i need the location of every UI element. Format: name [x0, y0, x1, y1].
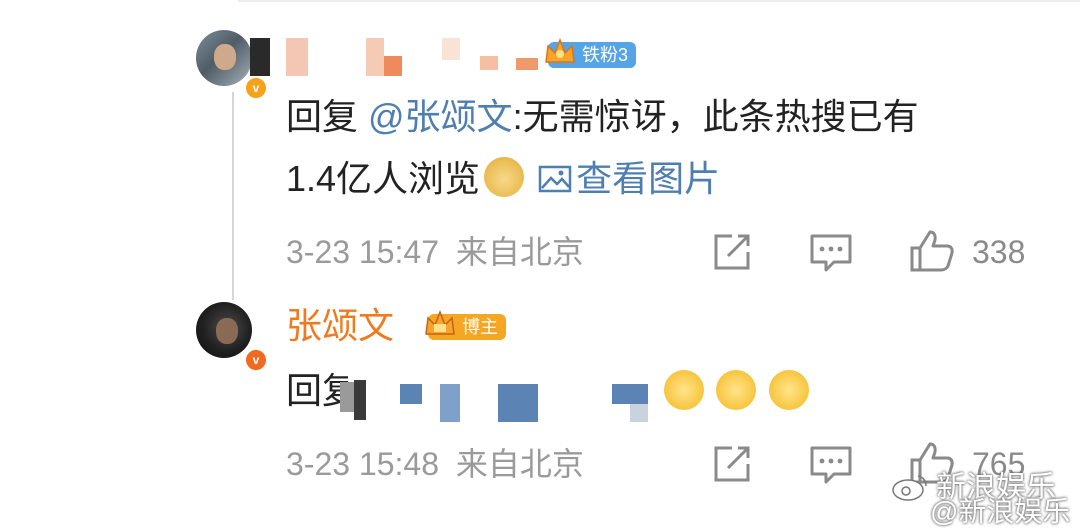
- share-icon[interactable]: [710, 444, 754, 484]
- like-thumb-icon[interactable]: [908, 228, 956, 274]
- blogger-badge-label: 博主: [462, 317, 498, 337]
- verified-badge-icon: v: [244, 76, 268, 100]
- mention-link[interactable]: @张颂文: [368, 96, 513, 137]
- comment-text-line1: 回复 @张颂文:无需惊讶，此条热搜已有: [286, 96, 919, 137]
- timestamp: 3-23 15:48: [286, 446, 440, 482]
- comment-meta: 3-23 15:48 来自北京: [286, 444, 584, 484]
- image-icon: [538, 165, 572, 193]
- username[interactable]: 张颂文: [286, 306, 394, 346]
- like-count: 338: [972, 234, 1026, 270]
- comment-meta: 3-23 15:47 来自北京: [286, 232, 584, 272]
- avatar[interactable]: [196, 30, 252, 86]
- fan-badge-label: 铁粉3: [582, 45, 629, 65]
- avatar-face: [214, 44, 236, 70]
- smile-emoji-icon: [768, 370, 809, 410]
- blogger-badge: 博主: [425, 309, 506, 340]
- thread-connector-line: [232, 92, 234, 300]
- crown-icon: [545, 37, 575, 63]
- doge-emoji-icon: [484, 157, 525, 197]
- share-icon[interactable]: [710, 232, 754, 272]
- view-image-label: 查看图片: [576, 158, 721, 199]
- comment-text-line2: 1.4亿人浏览 查看图片: [286, 157, 721, 199]
- smile-emoji-icon: [716, 370, 757, 410]
- view-image-link[interactable]: 查看图片: [538, 158, 720, 199]
- weibo-logo-icon: [890, 472, 930, 502]
- source: 来自北京: [455, 234, 584, 270]
- source: 来自北京: [455, 446, 584, 482]
- comment-icon[interactable]: [808, 232, 854, 274]
- top-divider: [238, 0, 1080, 2]
- comment-icon[interactable]: [808, 444, 854, 486]
- emoji-row: [660, 370, 813, 410]
- fan-badge: 铁粉3: [545, 37, 637, 68]
- watermark-handle: @新浪娱乐: [930, 496, 1071, 527]
- timestamp: 3-23 15:47: [286, 234, 440, 270]
- avatar[interactable]: [196, 302, 252, 358]
- crown-icon: [425, 309, 455, 335]
- smile-emoji-icon: [664, 370, 704, 410]
- reply-text: 回复: [286, 370, 348, 411]
- verified-badge-icon: v: [244, 348, 268, 372]
- avatar-face: [216, 318, 238, 344]
